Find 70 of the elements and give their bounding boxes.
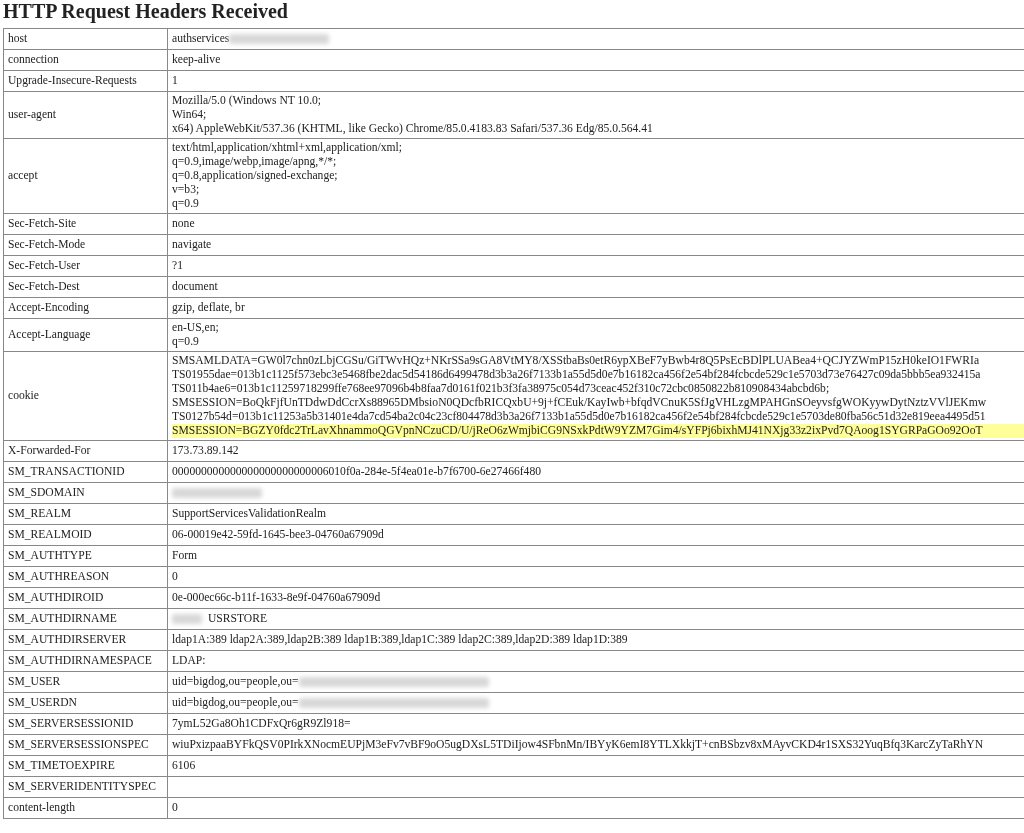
- header-name-cell: Sec-Fetch-Mode: [3, 234, 168, 256]
- header-value-line: keep-alive: [172, 53, 222, 67]
- header-name-cell: SM_AUTHDIROID: [3, 587, 168, 609]
- header-name-cell: SM_SERVERIDENTITYSPEC: [3, 776, 168, 798]
- header-value-line: wiuPxizpaaBYFkQSV0PIrkXNocmEUPjM3eFv7vBF9oO5ugDXsL5TDiIjow4SFbnMn/IBYyK6emI8YTLXkkjT+cnBSbzv8xMAyvCKD4r1SXS32YuqBfq3KarcZyTaRhYN: [172, 738, 985, 752]
- header-value-line: SMSESSION=BoQkFjfUnTDdwDdCcrXs88965DMbsioN0QDcfbRICQxbU+9j+fCEuk/KayIwb+bfqdVCnuK5SfJgVHLzgMPAHGnSOeyvsfgWOKyywDytNztzVVlJEKmw: [172, 396, 988, 410]
- header-value-line: 0e-000ec66c-b11f-1633-8e9f-04760a67909d: [172, 591, 382, 605]
- header-value-line: q=0.8,application/signed-exchange;: [172, 169, 339, 183]
- header-value-line: uid=bigdog,ou=people,ou=: [172, 675, 299, 689]
- header-name-cell: Upgrade-Insecure-Requests: [3, 70, 168, 92]
- header-value-line: Mozilla/5.0 (Windows NT 10.0;: [172, 94, 323, 108]
- header-name-cell: Sec-Fetch-Dest: [3, 276, 168, 298]
- header-value-line: 173.73.89.142: [172, 444, 240, 458]
- header-name-cell: SM_AUTHREASON: [3, 566, 168, 588]
- header-value-line: navigate: [172, 238, 213, 252]
- header-value-line: text/html,application/xhtml+xml,application/xml;: [172, 141, 403, 155]
- header-value-line: Form: [172, 549, 199, 563]
- header-value-line: none: [172, 217, 196, 231]
- header-value-line: x64) AppleWebKit/537.36 (KHTML, like Gecko) Chrome/85.0.4183.83 Safari/537.36 Edg/85.0.564.41: [172, 122, 654, 136]
- header-value-line: ldap1A:389 ldap2A:389,ldap2B:389 ldap1B:389,ldap1C:389 ldap2C:389,ldap2D:389 ldap1D:389: [172, 633, 629, 647]
- header-value-line: TS0127b54d=013b1c11253a5b31401e4da7cd54ba2c04c23cf804478d3b3a26f7133b1a55d5d0e7b16182ca456f2e54bf284fcbcde529c1e5703de80fba56c51d32e819eea4495d51: [172, 410, 987, 424]
- header-value-line: v=b3;: [172, 183, 201, 197]
- header-value-line: gzip, deflate, br: [172, 301, 246, 315]
- header-value-line: ?1: [172, 259, 184, 273]
- header-value-line: 0: [172, 801, 179, 815]
- header-value-line: 7ymL52Ga8Oh1CDFxQr6gR9Zl918=: [172, 717, 352, 731]
- header-name-cell: Accept-Encoding: [3, 297, 168, 319]
- header-value-line: uid=bigdog,ou=people,ou=: [172, 696, 299, 710]
- header-value-line: SupportServicesValidationRealm: [172, 507, 327, 521]
- header-value-line: 0: [172, 570, 179, 584]
- header-name-cell: SM_TRANSACTIONID: [3, 461, 168, 483]
- header-name-cell: SM_AUTHDIRNAMESPACE: [3, 650, 168, 672]
- header-value-line: 1: [172, 74, 179, 88]
- header-value-line: 000000000000000000000000006010f0a-284e-5f4ea01e-b7f6700-6e27466f480: [172, 465, 542, 479]
- header-name-cell: host: [3, 28, 168, 50]
- header-name-cell: content-length: [3, 797, 168, 819]
- header-value-line: document: [172, 280, 219, 294]
- header-value-line: q=0.9: [172, 335, 200, 349]
- header-value-line: LDAP:: [172, 654, 207, 668]
- header-name-cell: SM_SDOMAIN: [3, 482, 168, 504]
- header-name-cell: SM_TIMETOEXPIRE: [3, 755, 168, 777]
- header-name-cell: accept: [3, 138, 168, 214]
- header-name-cell: user-agent: [3, 91, 168, 139]
- header-name-cell: connection: [3, 49, 168, 71]
- header-name-cell: X-Forwarded-For: [3, 440, 168, 462]
- header-value-line: 06-00019e42-59fd-1645-bee3-04760a67909d: [172, 528, 385, 542]
- header-name-cell: SM_SERVERSESSIONSPEC: [3, 734, 168, 756]
- header-value-line: q=0.9: [172, 197, 200, 211]
- header-name-cell: SM_SERVERSESSIONID: [3, 713, 168, 735]
- header-name-cell: Sec-Fetch-User: [3, 255, 168, 277]
- header-value-line: TS01955dae=013b1c1125f573ebc3e5468fbe2dac5d54186d6499478d3b3a26f7133b1a55d5d0e7b16182ca456f2e54bf284fcbcde529c1e5703d73e76427c09da5bbb5ea932415a: [172, 368, 982, 382]
- header-value-line: Win64;: [172, 108, 208, 122]
- header-name-cell: SM_AUTHDIRSERVER: [3, 629, 168, 651]
- header-value-line: USRSTORE: [208, 612, 268, 626]
- header-value-line: en-US,en;: [172, 321, 220, 335]
- header-name-cell: Sec-Fetch-Site: [3, 213, 168, 235]
- header-value-line: TS011b4ae6=013b1c11259718299ffe768ee97096b4b8faa7d0161f021b3f3fa38975c054d73ceac452f310c72cbc0850822b810908434abcbd6b;: [172, 382, 831, 396]
- header-name-cell: Accept-Language: [3, 318, 168, 352]
- header-name-cell: SM_USER: [3, 671, 168, 693]
- header-name-cell: SM_AUTHDIRNAME: [3, 608, 168, 630]
- header-name-cell: SM_REALMOID: [3, 524, 168, 546]
- header-value-line: 6106: [172, 759, 197, 773]
- header-value-line: authservices: [172, 32, 230, 46]
- header-name-cell: SM_REALM: [3, 503, 168, 525]
- header-value-line: SMSAMLDATA=GW0l7chn0zLbjCGSu/GiTWvHQz+NKrSSa9sGA8VtMY8/XSStbaBs0etR6ypXBeF7yBwb4r8Q5PsEcBDlPLUABea4+QCJYZWmP15zH0keIO1FWRIa: [172, 354, 981, 368]
- page-title: HTTP Request Headers Received: [3, 0, 289, 22]
- header-name-cell: cookie: [3, 351, 168, 441]
- header-value-line: q=0.9,image/webp,image/apng,*/*;: [172, 155, 338, 169]
- header-name-cell: SM_AUTHTYPE: [3, 545, 168, 567]
- header-name-cell: SM_USERDN: [3, 692, 168, 714]
